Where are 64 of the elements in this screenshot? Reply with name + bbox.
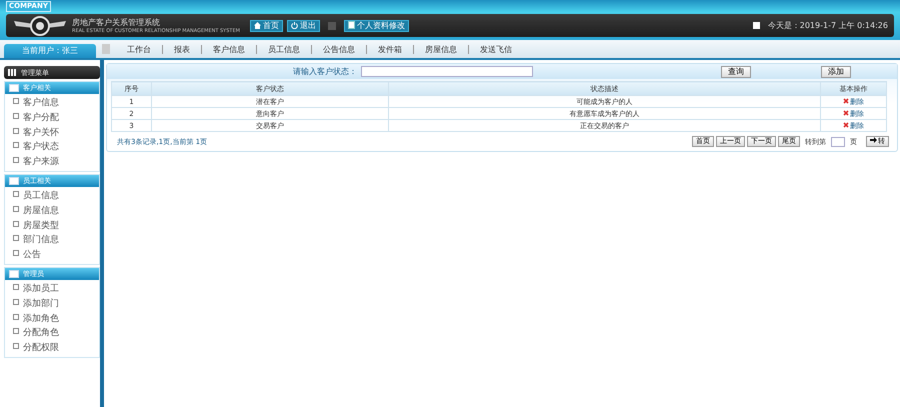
document-icon <box>348 20 355 28</box>
panel-icon <box>9 270 19 278</box>
bullet-icon <box>13 98 19 104</box>
arrow-icon <box>870 137 877 143</box>
sidebar-item[interactable]: 分配权限 <box>13 341 99 356</box>
bullet-icon <box>13 220 19 227</box>
bullet-icon <box>13 298 19 305</box>
delete-icon <box>843 98 849 104</box>
panel-icon <box>9 176 19 185</box>
current-user: 当前用户：张三 <box>4 44 96 58</box>
home-icon <box>254 22 261 28</box>
page-field[interactable] <box>831 136 845 146</box>
bullet-icon <box>13 250 19 256</box>
square-icon <box>752 22 760 29</box>
nav-link[interactable]: 工作台 <box>116 44 162 54</box>
date-text: 今天是：2019-1-7 上午 0:14:26 <box>768 20 888 31</box>
sidebar-item[interactable]: 房屋信息 <box>13 204 99 219</box>
bullet-icon <box>13 128 19 134</box>
nav-link[interactable]: 报表 <box>163 44 201 54</box>
nav-link[interactable]: 发件箱 <box>367 44 413 54</box>
bullet-icon <box>13 314 19 320</box>
bullet-icon <box>13 142 19 148</box>
bullet-icon <box>13 284 19 290</box>
grid-icon <box>8 69 17 76</box>
sidebar-item[interactable]: 员工信息 <box>13 188 99 204</box>
search-label: 请输入客户状态： <box>293 66 357 77</box>
nav-link[interactable]: 公告信息 <box>312 44 366 54</box>
search-field[interactable] <box>361 66 533 77</box>
header-button[interactable]: 退出 <box>286 20 320 32</box>
sidebar-item[interactable]: 部门信息 <box>13 233 99 248</box>
delete-icon <box>843 122 849 128</box>
app-title: 房地产客户关系管理系统 <box>72 17 161 28</box>
query-button[interactable]: 查询 <box>721 66 751 78</box>
add-button[interactable]: 添加 <box>821 66 851 78</box>
panel-icon <box>9 84 19 92</box>
bullet-icon <box>13 235 19 242</box>
sidebar-item[interactable]: 分配角色 <box>13 326 99 342</box>
sidebar-item[interactable]: 客户信息 <box>13 96 99 111</box>
header-button[interactable]: 首页 <box>250 20 283 32</box>
sidebar-item[interactable]: 客户状态 <box>13 140 99 156</box>
square-icon <box>328 22 336 30</box>
sidebar-item[interactable]: 添加部门 <box>13 296 99 312</box>
delete-icon <box>843 110 849 116</box>
bullet-icon <box>13 328 19 334</box>
sidebar-item[interactable]: 客户分配 <box>13 110 99 126</box>
sidebar-item[interactable]: 房屋类型 <box>13 218 99 234</box>
bullet-icon <box>13 190 19 197</box>
bullet-icon <box>13 112 19 119</box>
power-icon <box>290 22 298 28</box>
bullet-icon <box>13 343 19 350</box>
nav-link[interactable]: 客户信息 <box>202 44 256 54</box>
nav-link[interactable]: 发送飞信 <box>469 44 523 54</box>
bullet-icon <box>13 157 19 164</box>
winged-logo-icon <box>12 14 68 36</box>
square-icon <box>102 44 110 54</box>
sidebar-item[interactable]: 添加角色 <box>13 312 99 326</box>
profile-button[interactable]: 个人资料修改 <box>344 20 409 32</box>
nav-link[interactable]: 员工信息 <box>257 44 311 54</box>
sidebar-item[interactable]: 客户来源 <box>13 155 99 170</box>
sidebar-item[interactable]: 客户关怀 <box>13 126 99 140</box>
bullet-icon <box>13 206 19 212</box>
sidebar-item[interactable]: 添加员工 <box>13 282 99 297</box>
sidebar-item[interactable]: 公告 <box>13 248 99 263</box>
nav-link[interactable]: 房屋信息 <box>414 44 468 54</box>
